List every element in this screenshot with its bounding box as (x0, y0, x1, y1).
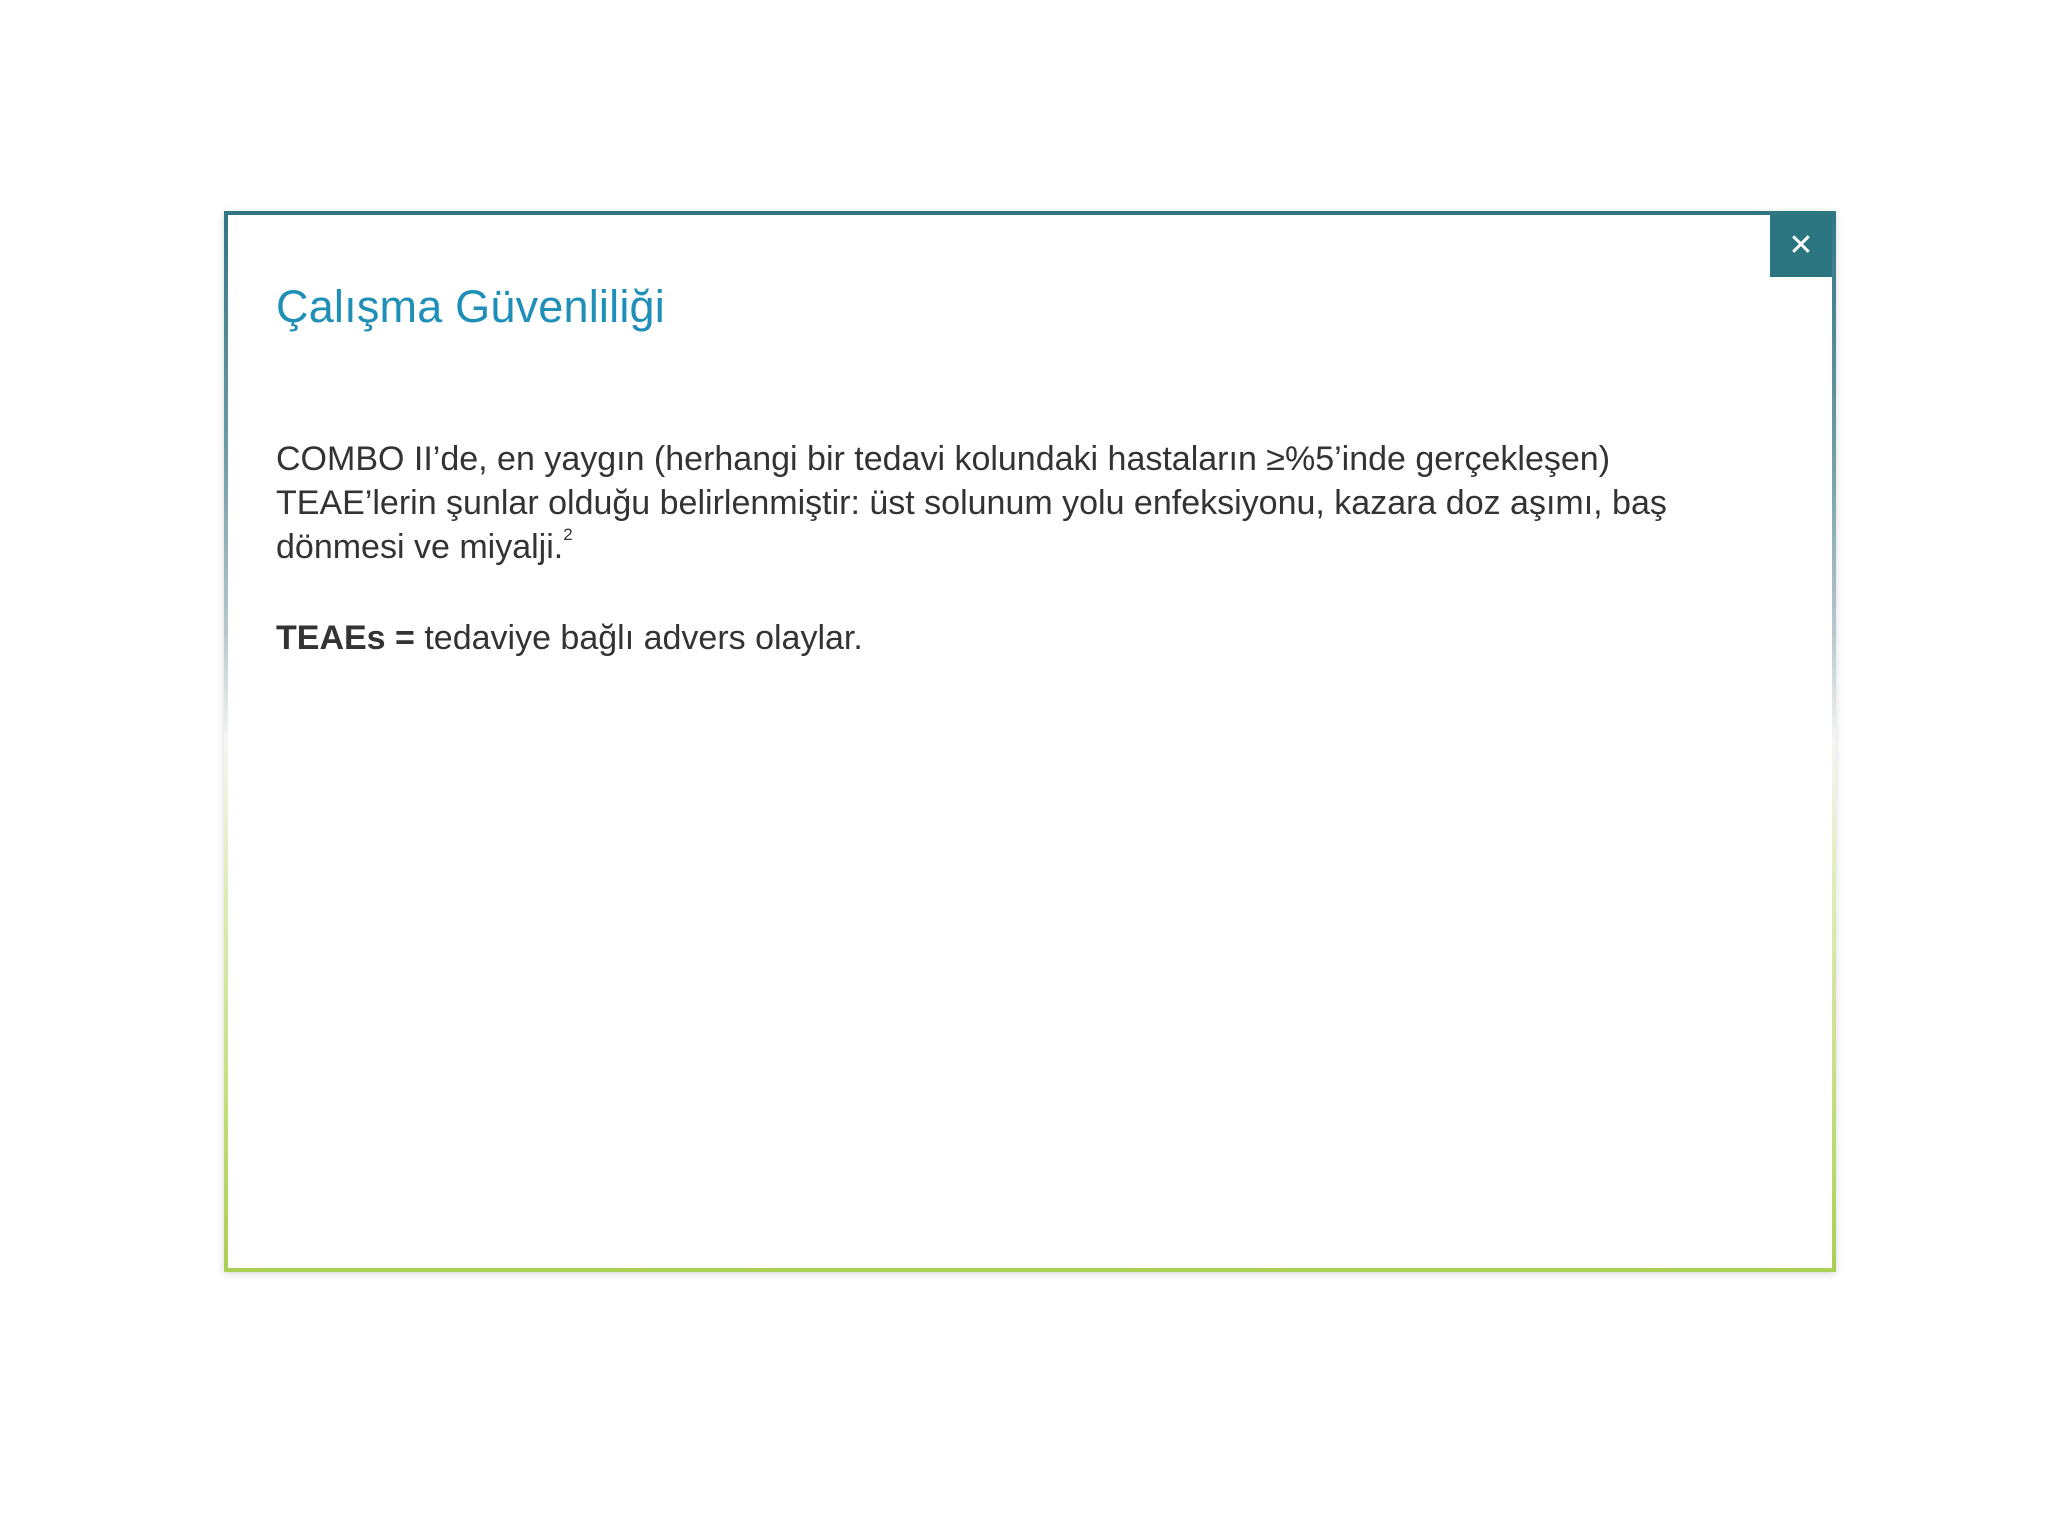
abbreviation-term: TEAEs = (276, 619, 415, 657)
page-background: ✕ Çalışma Güvenliliği COMBO II’de, en ya… (0, 0, 2048, 1536)
body-paragraph-text: COMBO II’de, en yaygın (herhangi bir ted… (276, 440, 1667, 566)
modal-title: Çalışma Güvenliliği (276, 281, 665, 332)
abbreviation-note: TEAEs = tedaviye bağlı advers olaylar. (276, 616, 863, 660)
close-icon: ✕ (1788, 228, 1814, 263)
modal-content: ✕ Çalışma Güvenliliği COMBO II’de, en ya… (228, 215, 1832, 1268)
reference-superscript: 2 (563, 525, 573, 544)
close-button[interactable]: ✕ (1770, 215, 1832, 277)
modal-dialog: ✕ Çalışma Güvenliliği COMBO II’de, en ya… (224, 211, 1836, 1272)
body-paragraph: COMBO II’de, en yaygın (herhangi bir ted… (276, 437, 1756, 569)
abbreviation-definition: tedaviye bağlı advers olaylar. (414, 619, 863, 657)
